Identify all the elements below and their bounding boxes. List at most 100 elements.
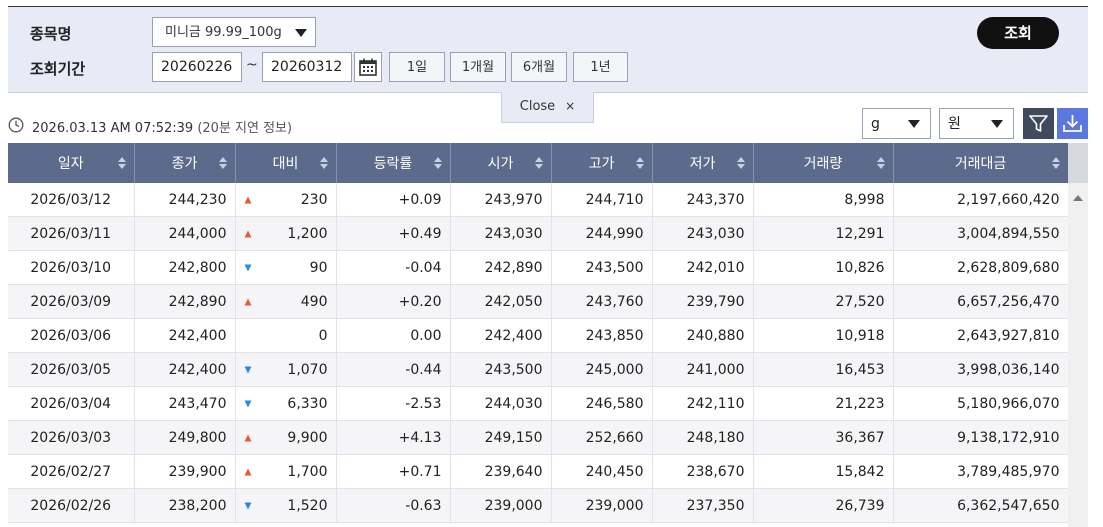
cell-date: 2026/02/27 — [8, 454, 135, 489]
table-header-row: 일자 종가 대비 등락률 시가 고가 저가 거래량 거래대금 — [8, 143, 1069, 183]
column-header-amount[interactable]: 거래대금 — [893, 143, 1069, 183]
period-button-1year[interactable]: 1년 — [573, 52, 628, 82]
cell-value: 242,400 — [168, 361, 227, 378]
table-row[interactable]: 2026/02/27 239,900 1,700 +0.71 239,640 240,45… — [8, 454, 1069, 489]
period-button-1day[interactable]: 1일 — [389, 52, 445, 82]
cell-value: 242,800 — [168, 259, 227, 276]
cell-low: 243,030 — [652, 216, 754, 251]
cell-value: 2026/03/12 — [30, 191, 112, 208]
table-row[interactable]: 2026/03/12 244,230 230 +0.09 243,970 244,710 2… — [8, 183, 1069, 217]
column-header-low[interactable]: 저가 — [652, 143, 754, 183]
scroll-up-icon[interactable] — [1073, 195, 1083, 201]
close-panel-button[interactable]: Close × — [501, 92, 594, 123]
weight-unit-select[interactable]: g — [862, 108, 931, 139]
cell-amount: 2,628,809,680 — [893, 250, 1069, 285]
cell-amount: 3,789,485,970 — [893, 454, 1069, 489]
table-row[interactable]: 2026/03/04 243,470 6,330 -2.53 244,030 246,58… — [8, 386, 1069, 421]
column-header-high[interactable]: 고가 — [551, 143, 653, 183]
table-row[interactable]: 2026/03/09 242,890 490 +0.20 242,050 243,760 2… — [8, 284, 1069, 319]
start-date-input[interactable]: 20260226 — [152, 52, 242, 82]
cell-date: 2026/03/09 — [8, 284, 135, 319]
cell-value: 252,660 — [585, 429, 644, 446]
cell-value: 241,000 — [686, 361, 745, 378]
cell-value: 242,110 — [686, 395, 745, 412]
cell-open: 239,000 — [450, 488, 552, 523]
cell-value: +0.20 — [398, 293, 442, 310]
cell-value: 1,070 — [287, 361, 328, 378]
cell-high: 243,500 — [551, 250, 653, 285]
weight-unit-value: g — [871, 116, 880, 132]
search-button[interactable]: 조회 — [977, 17, 1059, 49]
cell-value: 2026/03/06 — [30, 327, 112, 344]
cell-value: +0.49 — [398, 225, 442, 242]
table-row[interactable]: 2026/03/06 242,400 0 0.00 242,400 243,850 240,… — [8, 318, 1069, 353]
cell-value: 16,453 — [835, 361, 885, 378]
delay-note: (20분 지연 정보) — [197, 121, 293, 136]
calendar-button[interactable] — [354, 52, 382, 82]
column-header-volume[interactable]: 거래량 — [753, 143, 894, 183]
column-header-label: 저가 — [689, 156, 716, 172]
cell-value: 5,180,966,070 — [957, 395, 1060, 412]
cell-value: 6,362,547,650 — [957, 497, 1060, 514]
cell-value: 242,890 — [168, 293, 227, 310]
cell-value: 230 — [300, 191, 328, 208]
cell-rate: +0.71 — [336, 454, 451, 489]
cell-change: 1,070 — [235, 352, 337, 387]
table-row[interactable]: 2026/03/05 242,400 1,070 -0.44 243,500 245,00… — [8, 352, 1069, 387]
column-header-label: 고가 — [588, 156, 615, 172]
period-button-6months[interactable]: 6개월 — [511, 52, 567, 82]
cell-amount: 2,643,927,810 — [893, 318, 1069, 353]
cell-value: 1,520 — [287, 497, 328, 514]
cell-low: 240,880 — [652, 318, 754, 353]
column-header-date[interactable]: 일자 — [8, 143, 135, 183]
cell-value: 2,197,660,420 — [957, 191, 1060, 208]
cell-value: 10,826 — [835, 259, 885, 276]
cell-value: 3,004,894,550 — [957, 225, 1060, 242]
column-header-open[interactable]: 시가 — [450, 143, 552, 183]
column-header-rate[interactable]: 등락률 — [336, 143, 451, 183]
cell-low: 238,670 — [652, 454, 754, 489]
table-body: 2026/03/12 244,230 230 +0.09 243,970 244,710 2… — [8, 183, 1069, 523]
item-select[interactable]: 미니금 99.99_100g — [152, 17, 316, 47]
cell-value: 1,700 — [287, 463, 328, 480]
filter-button[interactable] — [1023, 108, 1054, 139]
period-button-1month[interactable]: 1개월 — [450, 52, 506, 82]
cell-value: -0.04 — [405, 259, 442, 276]
cell-volume: 36,367 — [753, 420, 894, 455]
cell-low: 239,790 — [652, 284, 754, 319]
cell-value: 238,200 — [168, 497, 227, 514]
sort-icon — [319, 157, 328, 169]
end-date-input[interactable]: 20260312 — [262, 52, 352, 82]
cell-volume: 12,291 — [753, 216, 894, 251]
column-header-change[interactable]: 대비 — [235, 143, 337, 183]
cell-date: 2026/02/26 — [8, 488, 135, 523]
table-scrollbar[interactable] — [1068, 143, 1088, 527]
download-button[interactable] — [1057, 108, 1088, 139]
currency-unit-select[interactable]: 원 — [939, 108, 1014, 139]
cell-high: 244,710 — [551, 183, 653, 217]
cell-rate: +0.20 — [336, 284, 451, 319]
cell-amount: 3,998,036,140 — [893, 352, 1069, 387]
column-header-close[interactable]: 종가 — [134, 143, 236, 183]
table-row[interactable]: 2026/03/10 242,800 90 -0.04 242,890 243,500 24… — [8, 250, 1069, 285]
cell-value: -0.44 — [405, 361, 442, 378]
cell-value: 244,990 — [585, 225, 644, 242]
column-header-label: 거래량 — [803, 156, 843, 172]
table-row[interactable]: 2026/03/03 249,800 9,900 +4.13 249,150 252,66… — [8, 420, 1069, 455]
cell-value: 239,900 — [168, 463, 227, 480]
cell-value: 6,657,256,470 — [957, 293, 1060, 310]
cell-low: 243,370 — [652, 183, 754, 217]
cell-value: 8,998 — [844, 191, 885, 208]
table-row[interactable]: 2026/03/11 244,000 1,200 +0.49 243,030 244,99… — [8, 216, 1069, 251]
cell-change: 6,330 — [235, 386, 337, 421]
cell-high: 244,990 — [551, 216, 653, 251]
chevron-down-icon — [908, 120, 920, 128]
cell-change: 1,520 — [235, 488, 337, 523]
cell-amount: 3,004,894,550 — [893, 216, 1069, 251]
cell-close: 244,000 — [134, 216, 236, 251]
cell-date: 2026/03/11 — [8, 216, 135, 251]
cell-value: 6,330 — [287, 395, 328, 412]
cell-change: 90 — [235, 250, 337, 285]
table-row[interactable]: 2026/02/26 238,200 1,520 -0.63 239,000 239,00… — [8, 488, 1069, 523]
triangle-up-icon — [244, 196, 251, 204]
